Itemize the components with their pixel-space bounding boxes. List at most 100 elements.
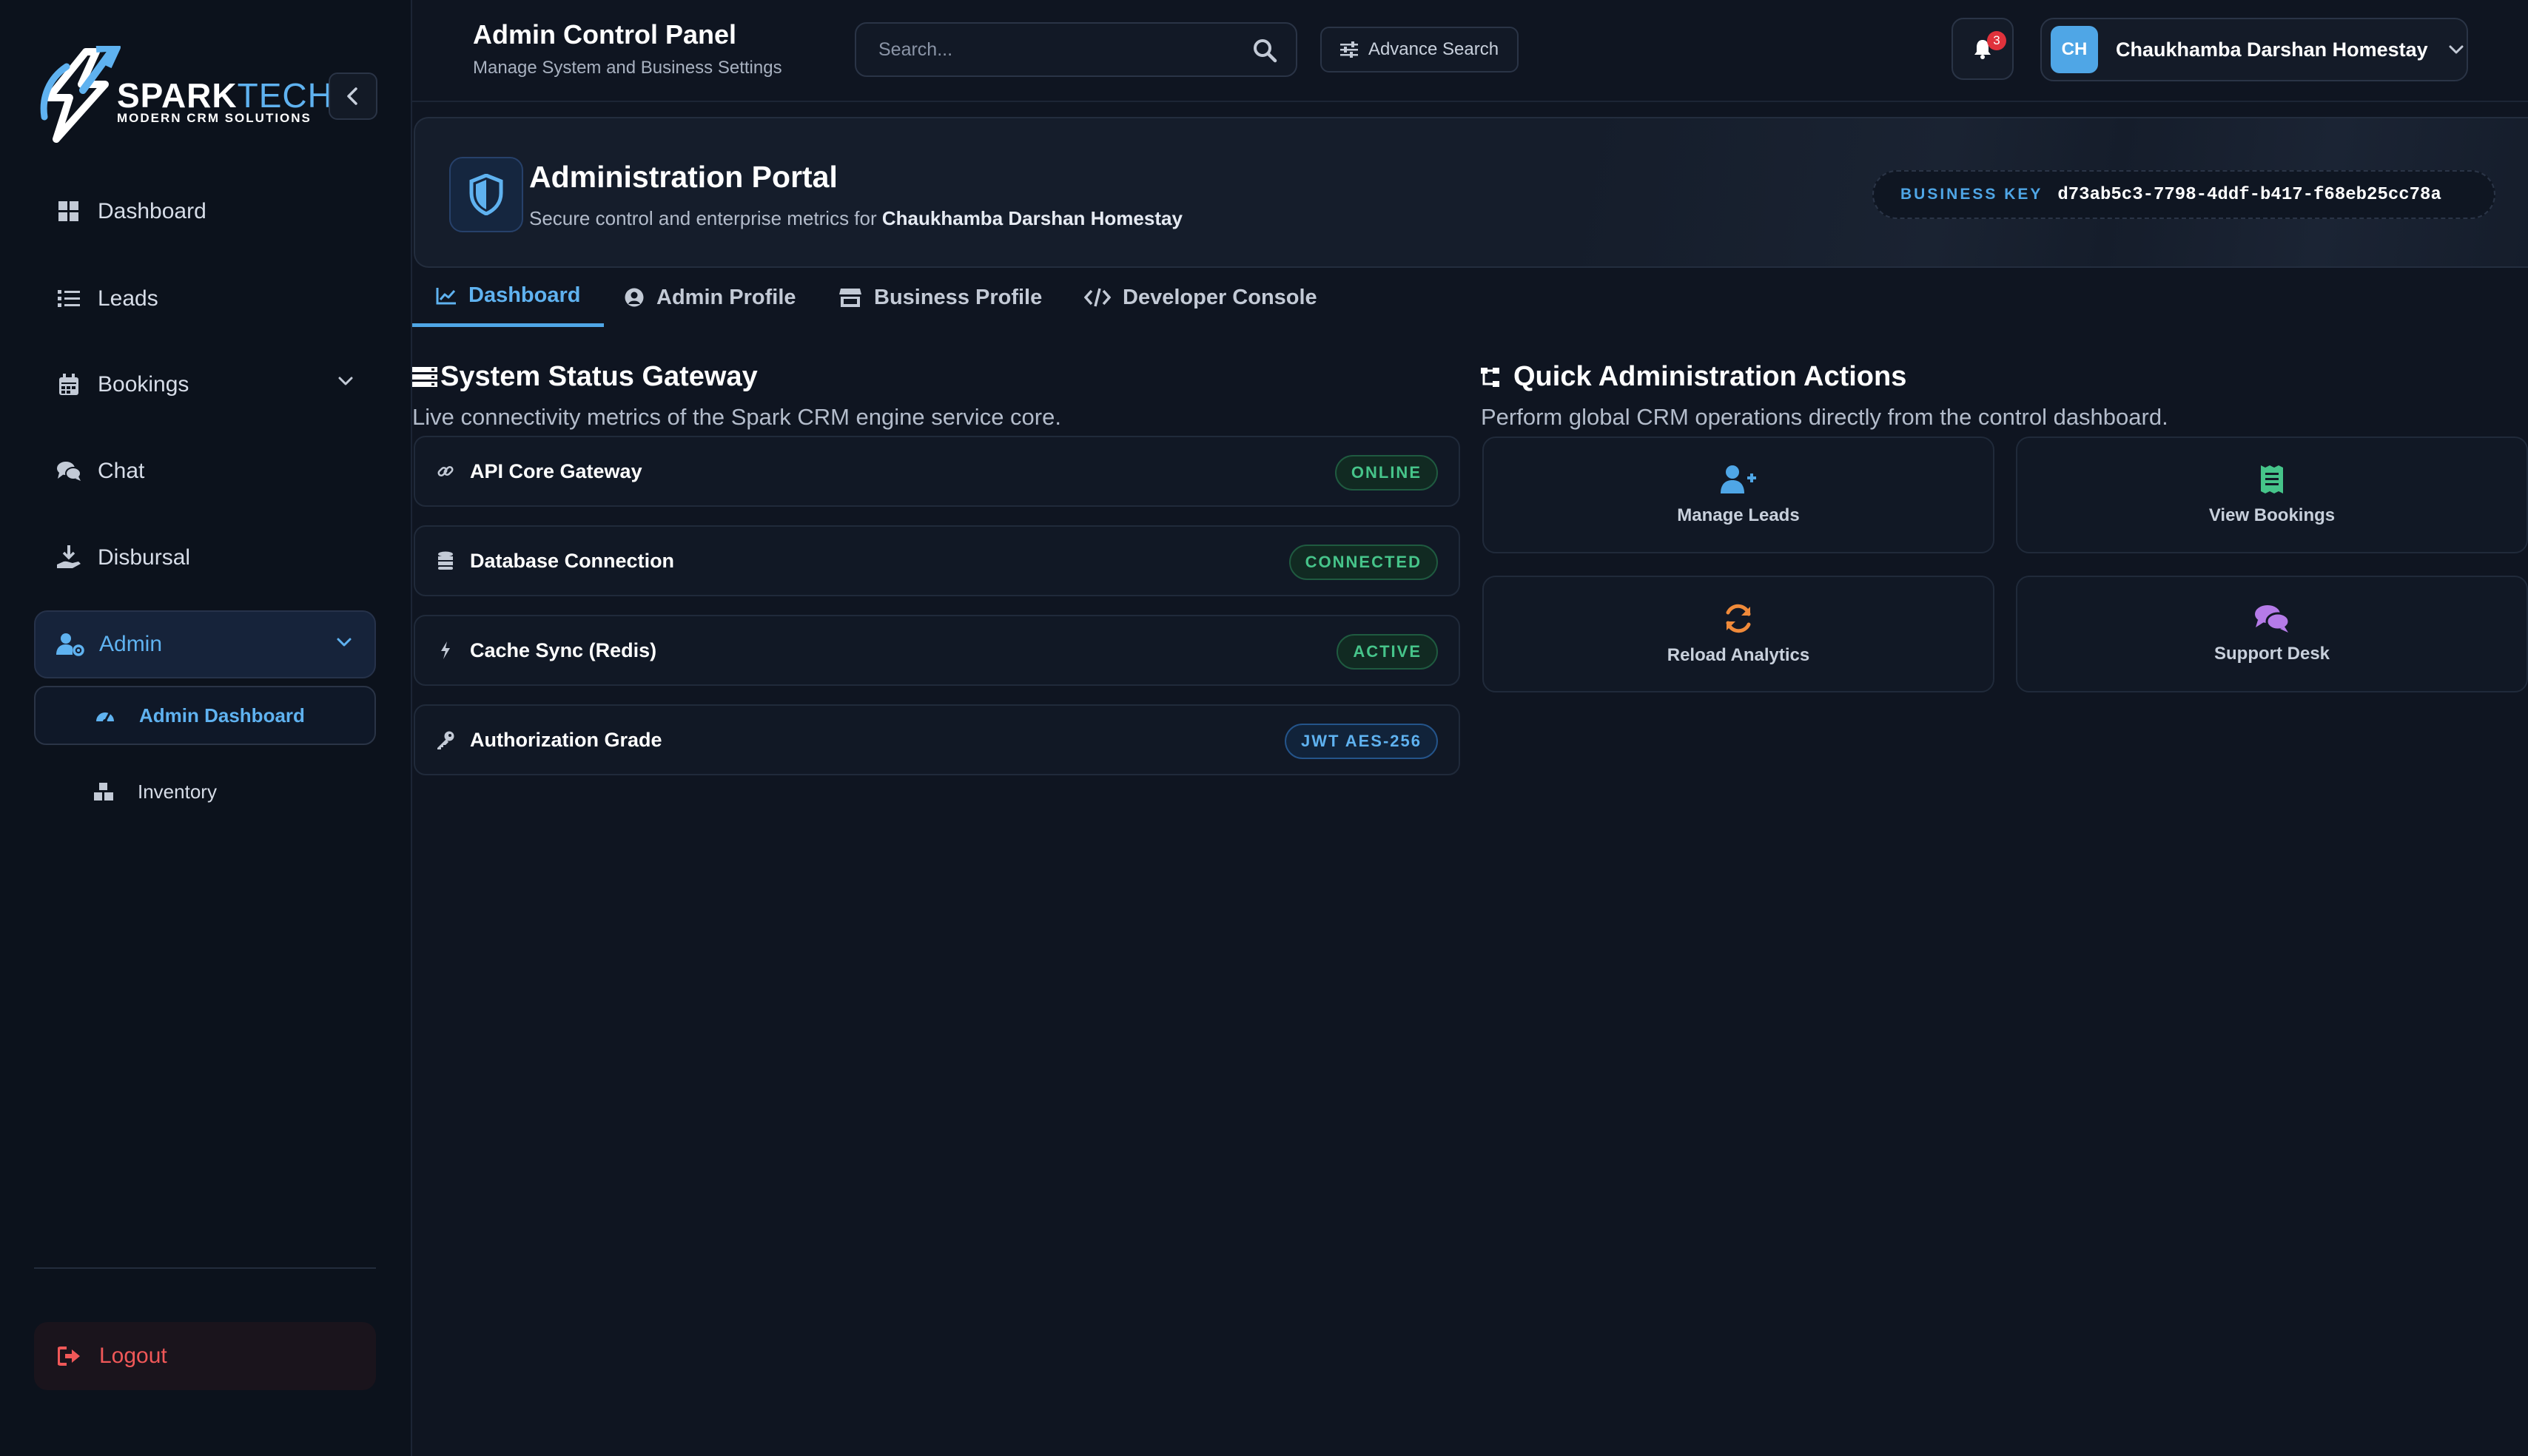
sidebar-subitem-inventory[interactable]: Inventory (34, 762, 376, 821)
quick-actions-title: Quick Administration Actions (1481, 361, 1906, 393)
chevron-down-icon (338, 377, 353, 385)
brand-name: SPARKTECH (117, 76, 333, 115)
tab-dashboard[interactable]: Dashboard (412, 268, 605, 327)
user-menu-button[interactable]: CH Chaukhamba Darshan Homestay (2040, 18, 2468, 81)
sidebar: SPARKTECH MODERN CRM SOLUTIONS Dashboard… (0, 0, 412, 1456)
status-badge: ONLINE (1334, 455, 1438, 491)
user-circle-icon (624, 287, 645, 308)
user-name: Chaukhamba Darshan Homestay (2116, 38, 2428, 61)
sidebar-subitem-label: Admin Dashboard (139, 704, 305, 727)
administration-portal-banner: Administration Portal Secure control and… (414, 117, 2528, 268)
action-card-label: View Bookings (2208, 505, 2336, 525)
advance-search-button[interactable]: Advance Search (1320, 27, 1519, 73)
status-row-label: Authorization Grade (470, 728, 662, 751)
action-card-label: Reload Analytics (1667, 645, 1810, 665)
status-row-authorization-grade: Authorization Grade JWT AES-256 (414, 704, 1460, 775)
sidebar-item-admin[interactable]: Admin (34, 610, 376, 678)
reload-analytics-button[interactable]: Reload Analytics (1482, 576, 1994, 692)
view-bookings-button[interactable]: View Bookings (2016, 437, 2528, 553)
manage-leads-button[interactable]: Manage Leads (1482, 437, 1994, 553)
store-icon (838, 287, 862, 308)
status-row-api-core-gateway: API Core Gateway ONLINE (414, 436, 1460, 507)
chevron-down-icon (2449, 45, 2464, 54)
portal-subtitle: Secure control and enterprise metrics fo… (529, 207, 1183, 229)
tab-developer-console[interactable]: Developer Console (1084, 268, 1317, 327)
search-input[interactable] (856, 24, 1241, 75)
tab-bar: Dashboard Admin Profile Business Profile… (412, 268, 2528, 327)
tab-label: Business Profile (874, 285, 1043, 309)
tab-admin-profile[interactable]: Admin Profile (624, 268, 796, 327)
status-badge: ACTIVE (1337, 634, 1438, 670)
search-box (855, 22, 1297, 77)
sidebar-item-chat[interactable]: Chat (34, 437, 376, 505)
database-icon (434, 550, 457, 572)
sidebar-item-disbursal[interactable]: Disbursal (34, 524, 376, 592)
status-row-label: API Core Gateway (470, 459, 642, 482)
status-row-label: Database Connection (470, 549, 675, 572)
status-row-cache-sync: Cache Sync (Redis) ACTIVE (414, 615, 1460, 686)
sidebar-item-leads[interactable]: Leads (34, 265, 376, 333)
hand-coin-icon (55, 544, 83, 572)
avatar: CH (2051, 26, 2098, 73)
sidebar-item-bookings[interactable]: Bookings (34, 351, 376, 419)
bolt-icon (434, 639, 457, 661)
sidebar-item-label: Dashboard (98, 199, 206, 223)
support-desk-button[interactable]: Support Desk (2016, 576, 2528, 692)
sidebar-divider (34, 1267, 376, 1269)
app-root: SPARKTECH MODERN CRM SOLUTIONS Dashboard… (0, 0, 2528, 1456)
shield-icon (449, 157, 523, 232)
notifications-button[interactable]: 3 (1952, 18, 2014, 80)
tab-label: Dashboard (468, 283, 581, 307)
list-icon (55, 285, 83, 313)
sidebar-item-label: Disbursal (98, 545, 191, 570)
key-icon (434, 729, 457, 751)
business-key-label: BUSINESS KEY (1900, 186, 2043, 203)
business-name: Chaukhamba Darshan Homestay (881, 207, 1183, 229)
quick-actions-subtitle: Perform global CRM operations directly f… (1481, 404, 2168, 430)
sidebar-item-label: Leads (98, 286, 158, 311)
collapse-sidebar-button[interactable] (329, 73, 377, 120)
logout-button[interactable]: Logout (34, 1322, 376, 1390)
page-title: Admin Control Panel (473, 19, 737, 50)
advance-search-label: Advance Search (1368, 39, 1499, 59)
sidebar-item-dashboard[interactable]: Dashboard (34, 178, 376, 246)
business-key-badge: BUSINESS KEY d73ab5c3-7798-4ddf-b417-f68… (1872, 170, 2495, 219)
code-icon (1084, 288, 1111, 307)
status-badge: CONNECTED (1288, 545, 1438, 580)
top-header: Admin Control Panel Manage System and Bu… (412, 0, 2528, 102)
gauge-icon (93, 704, 117, 727)
system-status-subtitle: Live connectivity metrics of the Spark C… (412, 404, 1061, 430)
link-icon (434, 460, 457, 482)
portal-title: Administration Portal (529, 160, 838, 194)
logout-icon (56, 1343, 83, 1369)
grid-icon (55, 198, 83, 226)
tab-label: Admin Profile (656, 285, 796, 309)
action-card-label: Manage Leads (1677, 505, 1800, 525)
chart-line-icon (436, 286, 457, 306)
boxes-icon (92, 780, 115, 803)
refresh-icon (1722, 602, 1755, 635)
search-icon[interactable] (1251, 37, 1278, 64)
page-subtitle: Manage System and Business Settings (473, 58, 782, 78)
logout-label: Logout (99, 1344, 167, 1368)
sliders-icon (1339, 41, 1358, 58)
calendar-icon (55, 371, 83, 399)
action-card-label: Support Desk (2213, 644, 2330, 664)
chat-icon (55, 457, 83, 485)
sidebar-subitem-label: Inventory (138, 780, 217, 803)
status-row-database-connection: Database Connection CONNECTED (414, 525, 1460, 596)
sidebar-item-label: Admin (99, 632, 163, 656)
bolt-logo-icon (40, 46, 121, 143)
status-row-label: Cache Sync (Redis) (470, 638, 657, 661)
sidebar-subitem-admin-dashboard[interactable]: Admin Dashboard (34, 686, 376, 745)
tab-label: Developer Console (1123, 285, 1317, 309)
sidebar-item-label: Chat (98, 459, 145, 483)
notification-count-badge: 3 (1987, 31, 2006, 50)
sitemap-icon (1481, 366, 1510, 388)
sparktech-logo[interactable]: SPARKTECH MODERN CRM SOLUTIONS (34, 46, 332, 149)
server-icon (412, 366, 437, 388)
tab-business-profile[interactable]: Business Profile (838, 268, 1042, 327)
chevron-left-icon (347, 87, 357, 105)
status-badge: JWT AES-256 (1284, 724, 1438, 759)
brand-tagline: MODERN CRM SOLUTIONS (117, 111, 312, 125)
